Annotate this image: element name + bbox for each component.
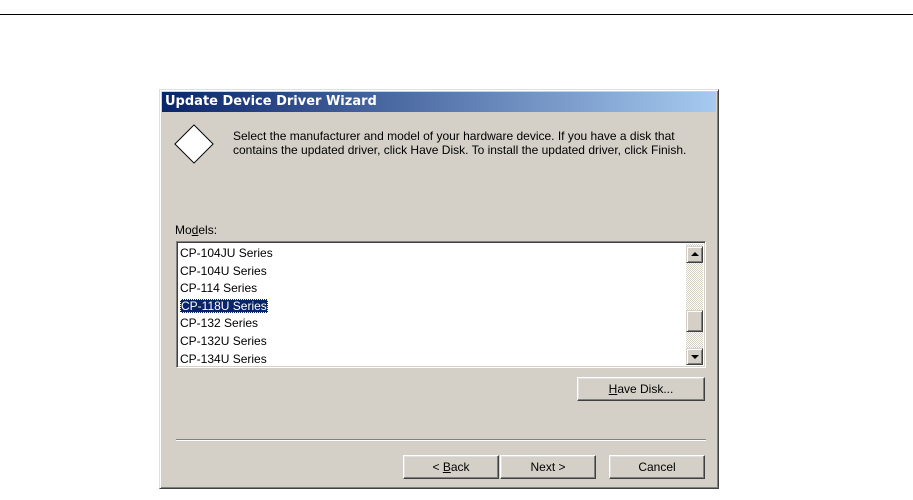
arrow-up-icon	[691, 252, 699, 256]
models-listbox[interactable]: CP-104JU Series CP-104U Series CP-114 Se…	[176, 241, 706, 368]
separator-line	[176, 439, 706, 441]
instructions-text: Select the manufacturer and model of you…	[233, 129, 687, 157]
have-disk-button[interactable]: Have Disk...	[577, 377, 705, 401]
scroll-thumb[interactable]	[686, 310, 703, 332]
dialog-title: Update Device Driver Wizard	[165, 94, 377, 109]
list-item-selected[interactable]: CP-118U Series	[180, 298, 680, 316]
diamond-icon	[174, 124, 214, 164]
scroll-up-button[interactable]	[686, 246, 703, 263]
list-item[interactable]: CP-114 Series	[180, 280, 680, 298]
arrow-down-icon	[691, 355, 699, 359]
list-item[interactable]: CP-104U Series	[180, 263, 680, 281]
next-button[interactable]: Next >	[500, 455, 596, 479]
models-list: CP-104JU Series CP-104U Series CP-114 Se…	[180, 245, 680, 367]
back-button[interactable]: < Back	[403, 455, 499, 479]
list-item[interactable]: CP-132U Series	[180, 333, 680, 351]
cancel-button[interactable]: Cancel	[609, 455, 705, 479]
page-top-rule	[0, 14, 913, 15]
scroll-down-button[interactable]	[686, 348, 703, 365]
list-item[interactable]: CP-132 Series	[180, 315, 680, 333]
list-item[interactable]: CP-134U Series	[180, 351, 680, 367]
dialog-titlebar[interactable]: Update Device Driver Wizard	[162, 92, 716, 112]
models-label: Models:	[175, 223, 218, 237]
list-item[interactable]: CP-104JU Series	[180, 245, 680, 263]
vertical-scrollbar[interactable]	[686, 244, 703, 365]
update-driver-wizard-dialog: Update Device Driver Wizard Select the m…	[159, 89, 719, 489]
